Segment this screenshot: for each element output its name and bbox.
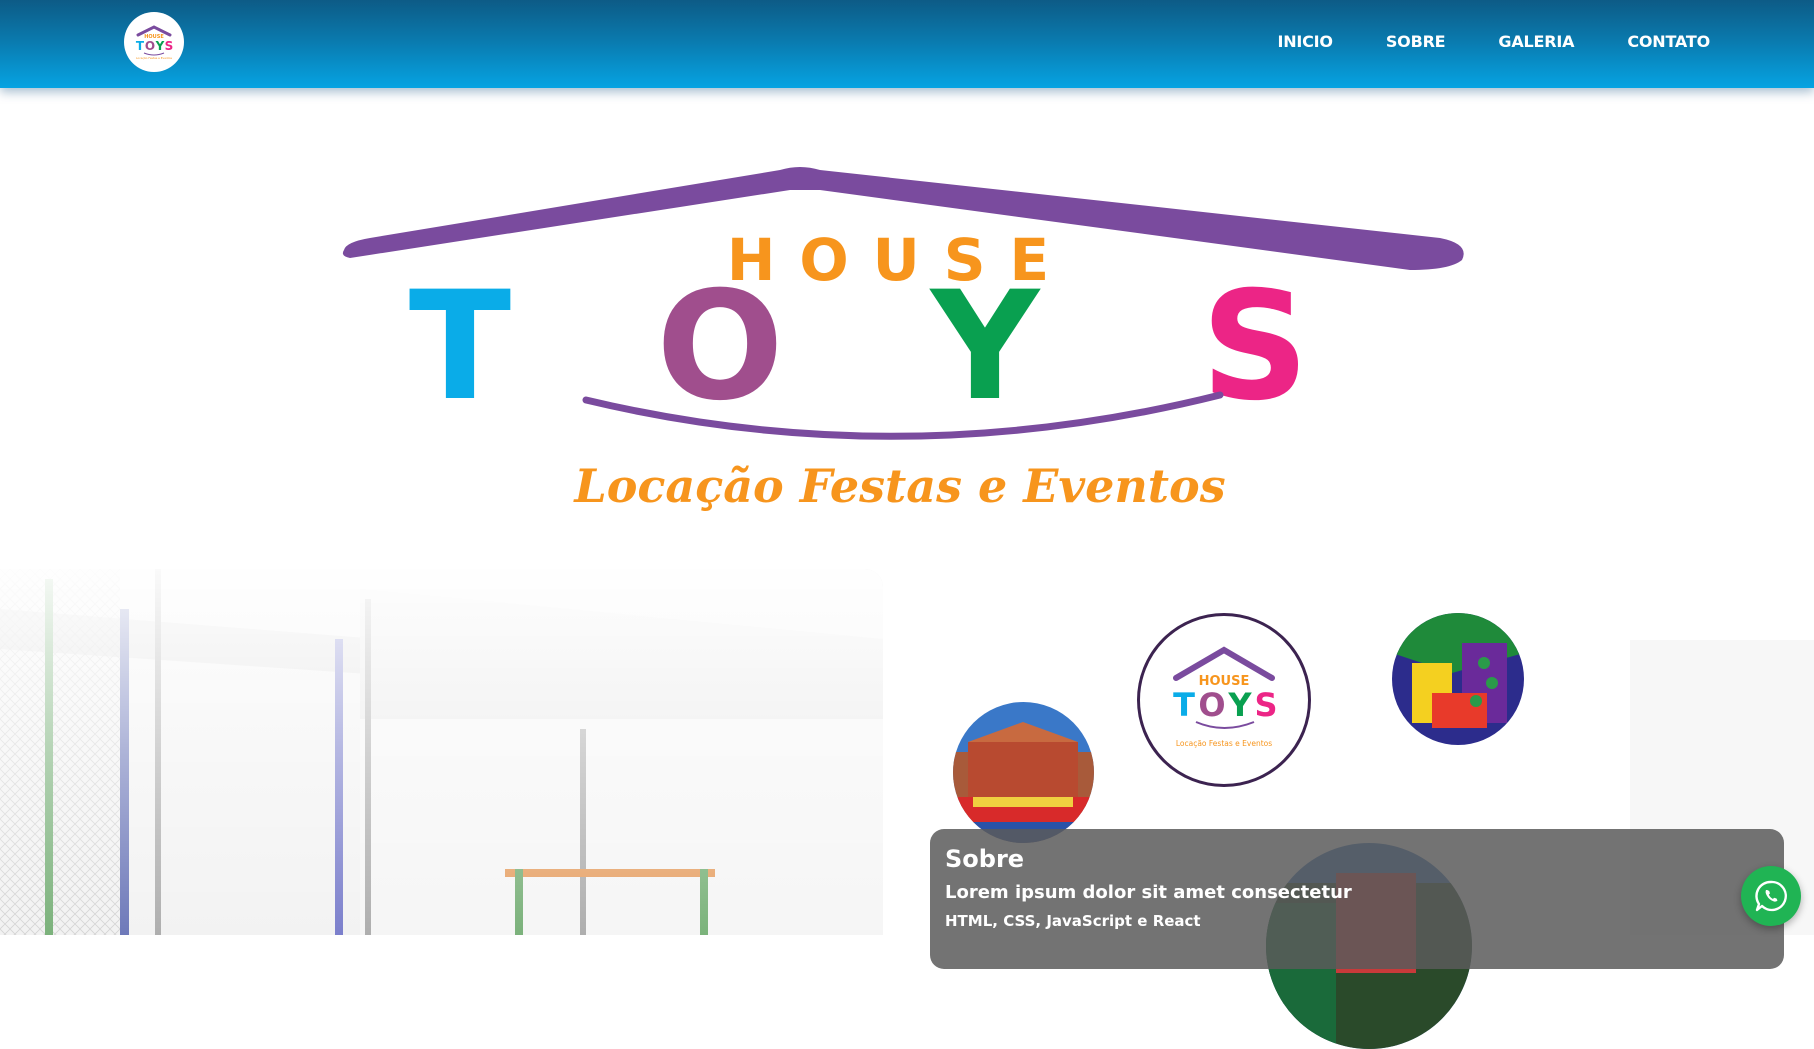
about-tech: HTML, CSS, JavaScript e React [945, 912, 1201, 930]
nav-logo-tagline: Locação Festas e Eventos [136, 56, 172, 60]
circle-logo: HOUSE T O Y S Locação Festas e Eventos [1137, 613, 1311, 787]
nav-logo-letter-t: T [136, 39, 145, 53]
hero-logo-letter-s: S [1201, 260, 1309, 434]
circle-logo-tagline: Locação Festas e Eventos [1176, 739, 1272, 748]
nav-logo-letter-s: S [165, 39, 174, 53]
nav-link-sobre[interactable]: SOBRE [1386, 32, 1446, 51]
about-title: Sobre [945, 845, 1025, 873]
circle-logo-letter-t: T [1173, 686, 1195, 724]
hero-logo-letter-t: T [409, 260, 511, 434]
nav-link-inicio[interactable]: INICIO [1277, 32, 1333, 51]
circle-logo-letter-s: S [1254, 686, 1277, 724]
nav-logo-letter-y: Y [155, 39, 165, 53]
circle-logo-letter-y: Y [1227, 686, 1252, 724]
hero-logo: HOUSE T O Y S Locação Festas e Eventos [300, 130, 1480, 530]
nav-logo-letter-o: O [145, 39, 155, 53]
hero-logo-tagline: Locação Festas e Eventos [572, 459, 1225, 513]
whatsapp-button[interactable] [1741, 866, 1801, 926]
about-subtitle: Lorem ipsum dolor sit amet consectetur [945, 882, 1352, 903]
hero-logo-letter-y: Y [929, 260, 1042, 434]
circle-logo-letter-o: O [1198, 686, 1225, 724]
nav-link-contato[interactable]: CONTATO [1627, 32, 1710, 51]
nav-logo[interactable]: HOUSE T O Y S Locação Festas e Eventos [124, 12, 184, 72]
nav-menu: INICIO SOBRE GALERIA CONTATO [1277, 0, 1710, 82]
about-card: Sobre Lorem ipsum dolor sit amet consect… [930, 829, 1784, 969]
inflatable-photo [1392, 613, 1524, 745]
nav-link-galeria[interactable]: GALERIA [1498, 32, 1574, 51]
hero-logo-letter-o: O [656, 260, 784, 434]
whatsapp-icon [1755, 880, 1787, 912]
gallery-photo [0, 569, 883, 935]
playground-photo [953, 702, 1094, 843]
navbar: HOUSE T O Y S Locação Festas e Eventos I… [0, 0, 1814, 88]
